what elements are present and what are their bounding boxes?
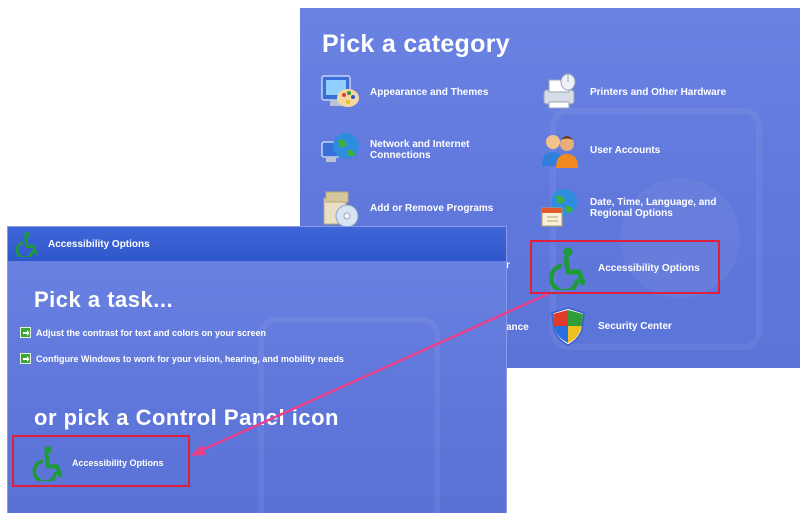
category-label: Network and Internet Connections bbox=[370, 139, 470, 161]
category-label: User Accounts bbox=[590, 144, 661, 156]
green-arrow-icon bbox=[20, 353, 31, 364]
security-shield-icon bbox=[546, 304, 590, 348]
highlight-box-category bbox=[530, 240, 720, 294]
category-label: Security Center bbox=[598, 320, 672, 332]
pick-task-title: Pick a task... bbox=[34, 287, 174, 312]
task-window: Accessibility Options Pick a task... Adj… bbox=[8, 227, 506, 513]
partial-category-text: r bbox=[506, 260, 510, 271]
pick-category-title: Pick a category bbox=[322, 30, 510, 58]
category-label: Add or Remove Programs bbox=[370, 202, 494, 214]
category-label: Appearance and Themes bbox=[370, 86, 489, 98]
category-appearance-themes[interactable]: Appearance and Themes bbox=[318, 70, 488, 114]
partial-category-text: ance bbox=[506, 322, 529, 333]
category-printers-hardware[interactable]: Printers and Other Hardware bbox=[538, 70, 726, 114]
add-remove-programs-icon bbox=[318, 186, 362, 230]
category-add-remove-programs[interactable]: Add or Remove Programs bbox=[318, 186, 493, 230]
task-window-titlebar: Accessibility Options bbox=[8, 227, 506, 261]
wheelchair-icon bbox=[15, 231, 38, 257]
task-link-text[interactable]: Adjust the contrast for text and colors … bbox=[36, 328, 266, 338]
task-adjust-contrast[interactable]: Adjust the contrast for text and colors … bbox=[20, 327, 266, 338]
window-title: Accessibility Options bbox=[48, 238, 150, 250]
date-time-globe-icon bbox=[538, 186, 582, 230]
task-configure-windows[interactable]: Configure Windows to work for your visio… bbox=[20, 353, 344, 364]
green-arrow-icon bbox=[20, 327, 31, 338]
category-user-accounts[interactable]: User Accounts bbox=[538, 128, 660, 172]
user-accounts-icon bbox=[538, 128, 582, 172]
network-globe-icon bbox=[318, 128, 362, 172]
category-label: Printers and Other Hardware bbox=[590, 86, 727, 98]
category-label: Date, Time, Language, and Regional Optio… bbox=[590, 197, 717, 219]
category-network-internet[interactable]: Network and Internet Connections bbox=[318, 128, 520, 172]
control-panel-icon-title: or pick a Control Panel icon bbox=[34, 405, 339, 430]
task-link-text[interactable]: Configure Windows to work for your visio… bbox=[36, 354, 344, 364]
category-date-time-language[interactable]: Date, Time, Language, and Regional Optio… bbox=[538, 186, 740, 230]
appearance-themes-icon bbox=[318, 70, 362, 114]
printer-icon bbox=[538, 70, 582, 114]
category-security-center[interactable]: Security Center bbox=[546, 304, 672, 348]
highlight-box-cp-icon bbox=[12, 435, 190, 487]
